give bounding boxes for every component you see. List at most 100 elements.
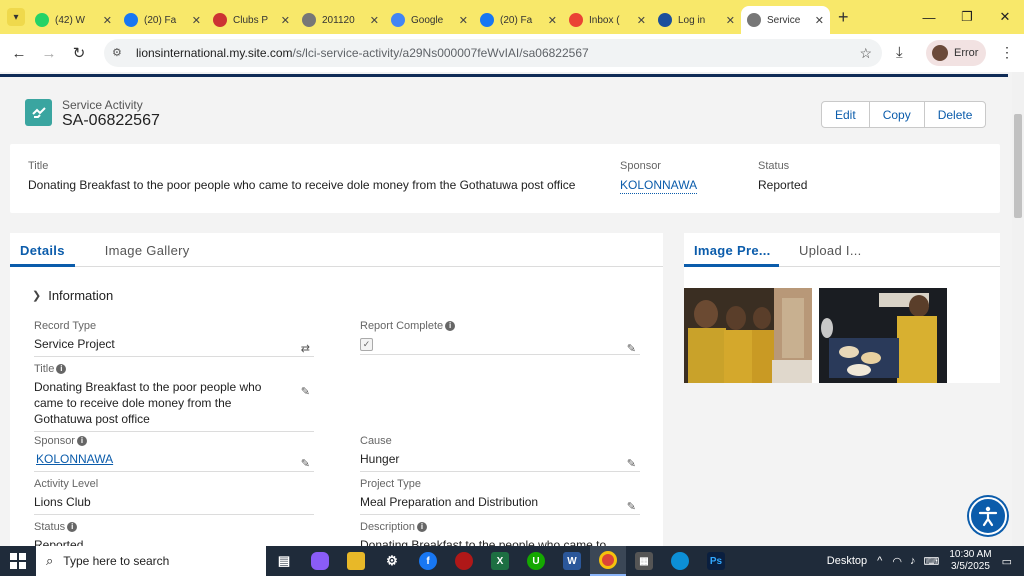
copy-button[interactable]: Copy xyxy=(868,102,924,127)
photo-thumbnail-1[interactable] xyxy=(684,288,812,383)
browser-tab[interactable]: Service ✕ xyxy=(741,6,830,34)
field-value: Lions Club xyxy=(34,495,91,509)
start-button[interactable] xyxy=(0,553,36,569)
edge-icon[interactable] xyxy=(662,546,698,576)
settings-gear-icon[interactable]: ⚙ xyxy=(374,546,410,576)
record-name: SA-06822567 xyxy=(62,112,160,129)
clock[interactable]: 10:30 AM 3/5/2025 xyxy=(949,549,991,573)
address-bar[interactable]: ⚙ lionsinternational.my.site.com/s/lci-s… xyxy=(104,39,882,67)
close-tab-icon[interactable]: ✕ xyxy=(103,14,112,27)
excel-icon[interactable]: X xyxy=(482,546,518,576)
close-tab-icon[interactable]: ✕ xyxy=(726,14,735,27)
close-tab-icon[interactable]: ✕ xyxy=(548,14,557,27)
info-icon[interactable]: i xyxy=(417,522,428,532)
windows-taskbar: ⌕ Type here to search ▤ ⚙ f X U W ▦ Ps D… xyxy=(0,546,1024,576)
close-tab-icon[interactable]: ✕ xyxy=(192,14,201,27)
photo-thumbnail-2[interactable] xyxy=(819,288,947,383)
pencil-icon[interactable]: ✎ xyxy=(627,500,636,513)
pencil-icon[interactable]: ✎ xyxy=(627,457,636,470)
field-value: Service Project xyxy=(34,337,115,351)
back-arrow-icon[interactable]: ← xyxy=(4,45,34,62)
profile-status-label: Error xyxy=(954,47,979,59)
pencil-icon[interactable]: ✎ xyxy=(301,385,310,398)
forward-arrow-icon[interactable]: → xyxy=(34,45,64,62)
page-scrollbar[interactable] xyxy=(1012,72,1024,546)
browser-tab[interactable]: Inbox (✕ xyxy=(563,6,652,34)
tab-image-gallery[interactable]: Image Gallery xyxy=(95,233,200,267)
task-view-icon[interactable]: ▤ xyxy=(266,546,302,576)
tab-image-preview[interactable]: Image Pre... xyxy=(684,233,779,267)
field-sponsor: Sponsor i KOLONNAWA ✎ xyxy=(34,435,314,472)
antivirus-icon[interactable] xyxy=(446,546,482,576)
chrome-icon[interactable] xyxy=(590,546,626,576)
volume-icon[interactable]: ♪ xyxy=(910,555,916,567)
record-header: Service Activity SA-06822567 Edit Copy D… xyxy=(10,92,1000,136)
reload-icon[interactable]: ↻ xyxy=(64,44,94,62)
scrollbar-thumb[interactable] xyxy=(1014,114,1022,218)
browser-tab[interactable]: Log in ✕ xyxy=(652,6,741,34)
desktop-toolbar-label[interactable]: Desktop xyxy=(827,555,867,567)
info-icon[interactable]: i xyxy=(76,436,87,446)
maximize-button[interactable]: ❐ xyxy=(948,0,986,34)
bookmark-star-icon[interactable]: ☆ xyxy=(859,45,872,62)
field-label: Activity Level xyxy=(34,478,99,490)
section-title: Information xyxy=(48,288,114,303)
site-info-icon[interactable]: ⚙ xyxy=(112,46,126,60)
photoshop-icon[interactable]: Ps xyxy=(698,546,734,576)
browser-tab[interactable]: 201120 ✕ xyxy=(296,6,385,34)
pencil-icon[interactable]: ✎ xyxy=(301,457,310,470)
sponsor-link[interactable]: KOLONNAWA xyxy=(34,451,314,471)
pencil-icon[interactable]: ✎ xyxy=(627,342,636,355)
lions-icon xyxy=(213,13,227,27)
field-label: Title xyxy=(34,363,55,375)
info-icon[interactable]: i xyxy=(56,364,67,374)
taskbar-search[interactable]: ⌕ Type here to search xyxy=(36,546,266,576)
close-tab-icon[interactable]: ✕ xyxy=(815,14,824,27)
field-title: Title i Donating Breakfast to the poor pe… xyxy=(34,363,314,432)
calculator-icon[interactable]: ▦ xyxy=(626,546,662,576)
profile-button[interactable]: Error xyxy=(926,40,986,66)
field-label: Status xyxy=(34,521,66,533)
keyboard-icon[interactable]: ⌨ xyxy=(923,555,939,568)
tab-search-chevron-icon[interactable]: ▾ xyxy=(7,8,25,26)
browser-tab[interactable]: (42) W ✕ xyxy=(29,6,118,34)
change-record-type-icon[interactable]: ⇄ xyxy=(301,342,310,355)
accessibility-icon xyxy=(978,506,998,527)
tab-details[interactable]: Details xyxy=(10,233,75,267)
minimize-button[interactable]: — xyxy=(910,0,948,34)
accessibility-button[interactable] xyxy=(969,497,1007,535)
notifications-icon[interactable]: ▭ xyxy=(1002,555,1012,568)
tab-upload-image[interactable]: Upload I... xyxy=(789,233,884,267)
browser-menu-icon[interactable]: ⋮ xyxy=(1000,44,1014,61)
url-path: /s/lci-service-activity/a29Ns000007feWvI… xyxy=(292,46,589,60)
edit-button[interactable]: Edit xyxy=(822,102,869,127)
wifi-icon[interactable]: ◠ xyxy=(892,555,902,568)
close-tab-icon[interactable]: ✕ xyxy=(459,14,468,27)
close-tab-icon[interactable]: ✕ xyxy=(370,14,379,27)
close-tab-icon[interactable]: ✕ xyxy=(281,14,290,27)
lions-icon xyxy=(658,13,672,27)
facebook-icon[interactable]: f xyxy=(410,546,446,576)
browser-tab[interactable]: (20) Fa ✕ xyxy=(118,6,207,34)
close-tab-icon[interactable]: ✕ xyxy=(637,14,646,27)
section-information-toggle[interactable]: ❯ Information xyxy=(32,288,113,303)
upwork-icon[interactable]: U xyxy=(518,546,554,576)
new-tab-button[interactable]: + xyxy=(838,7,849,28)
tab-title: (20) Fa xyxy=(500,14,533,26)
word-icon[interactable]: W xyxy=(554,546,590,576)
download-icon[interactable]: ⤓ xyxy=(896,44,903,61)
browser-tab[interactable]: Clubs P ✕ xyxy=(207,6,296,34)
info-icon[interactable]: i xyxy=(445,321,456,331)
highlight-status-label: Status xyxy=(758,160,790,172)
copilot-icon[interactable] xyxy=(302,546,338,576)
delete-button[interactable]: Delete xyxy=(923,102,986,127)
chevron-up-icon[interactable]: ^ xyxy=(877,555,882,567)
close-window-button[interactable]: ✕ xyxy=(986,0,1024,34)
gmail-icon xyxy=(569,13,583,27)
highlight-sponsor-label: Sponsor xyxy=(620,160,661,172)
browser-tab[interactable]: Google ✕ xyxy=(385,6,474,34)
browser-tab[interactable]: (20) Fa ✕ xyxy=(474,6,563,34)
info-icon[interactable]: i xyxy=(67,522,78,532)
file-explorer-icon[interactable] xyxy=(338,546,374,576)
highlight-sponsor-link[interactable]: KOLONNAWA xyxy=(620,178,698,194)
